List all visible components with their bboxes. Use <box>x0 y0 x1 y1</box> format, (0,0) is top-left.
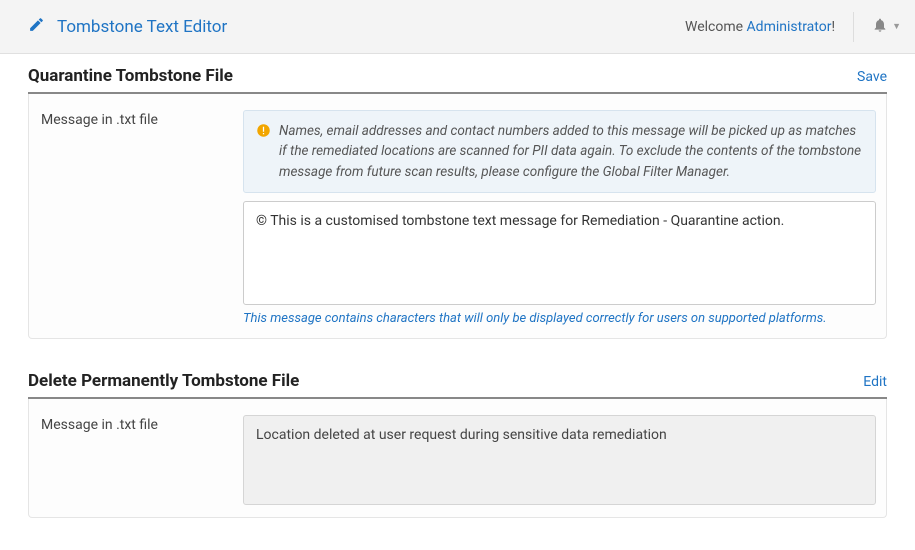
delete-body: Message in .txt file Location deleted at… <box>28 399 887 518</box>
content: Quarantine Tombstone File Save Message i… <box>0 54 915 518</box>
warning-box: Names, email addresses and contact numbe… <box>243 110 876 193</box>
welcome-text: Welcome Administrator! <box>685 19 835 35</box>
delete-field-right: Location deleted at user request during … <box>243 415 876 505</box>
topbar: Tombstone Text Editor Welcome Administra… <box>0 0 915 54</box>
quarantine-body: Message in .txt file Names, email addres… <box>28 94 887 339</box>
welcome-suffix: ! <box>831 19 835 35</box>
quarantine-field-right: Names, email addresses and contact numbe… <box>243 110 876 326</box>
chevron-down-icon: ▼ <box>892 21 901 32</box>
quarantine-title: Quarantine Tombstone File <box>28 66 233 86</box>
pencil-icon <box>28 16 45 37</box>
delete-header: Delete Permanently Tombstone File Edit <box>28 371 887 399</box>
delete-message-display: Location deleted at user request during … <box>243 415 876 505</box>
quarantine-header: Quarantine Tombstone File Save <box>28 66 887 94</box>
quarantine-section: Quarantine Tombstone File Save Message i… <box>28 66 887 339</box>
save-button[interactable]: Save <box>857 69 887 85</box>
info-icon <box>256 123 271 142</box>
topbar-right: Welcome Administrator! ▼ <box>685 12 901 42</box>
delete-section: Delete Permanently Tombstone File Edit M… <box>28 371 887 518</box>
delete-title: Delete Permanently Tombstone File <box>28 371 299 391</box>
quarantine-field-label: Message in .txt file <box>41 110 231 326</box>
page-title[interactable]: Tombstone Text Editor <box>57 17 227 37</box>
welcome-prefix: Welcome <box>685 19 747 35</box>
edit-button[interactable]: Edit <box>863 374 887 390</box>
admin-link[interactable]: Administrator <box>747 19 832 35</box>
notifications-button[interactable]: ▼ <box>853 12 901 42</box>
bell-icon <box>872 17 888 37</box>
warning-text: Names, email addresses and contact numbe… <box>279 121 863 182</box>
topbar-left: Tombstone Text Editor <box>28 16 227 37</box>
quarantine-message-input[interactable]: © This is a customised tombstone text me… <box>243 201 876 305</box>
quarantine-footnote: This message contains characters that wi… <box>243 311 876 326</box>
delete-field-label: Message in .txt file <box>41 415 231 505</box>
